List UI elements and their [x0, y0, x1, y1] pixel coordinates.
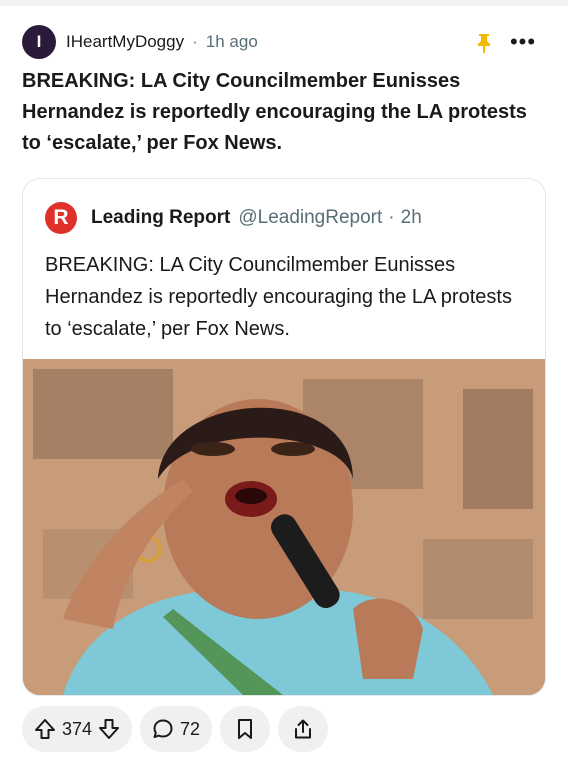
- share-icon: [292, 718, 314, 740]
- embed-text: BREAKING: LA City Councilmember Eunisses…: [45, 254, 512, 340]
- embed-separator: ·: [388, 207, 395, 228]
- leading-report-logo: R: [45, 202, 77, 234]
- upvote-icon[interactable]: [34, 718, 56, 740]
- embed-header: R Leading Report @LeadingReport · 2h: [45, 201, 422, 235]
- post-header: I IHeartMyDoggy · 1h ago •••: [22, 24, 546, 60]
- bookmark-icon: [235, 718, 255, 740]
- downvote-icon[interactable]: [98, 718, 120, 740]
- embed-author-handle[interactable]: @LeadingReport: [238, 207, 382, 229]
- save-button[interactable]: [220, 706, 271, 752]
- author-name[interactable]: IHeartMyDoggy: [66, 32, 184, 52]
- speaker-photo-icon: [23, 359, 545, 695]
- comment-count: 72: [180, 718, 201, 739]
- post-title[interactable]: BREAKING: LA City Councilmember Eunisses…: [22, 66, 542, 159]
- author-avatar[interactable]: I: [22, 25, 56, 59]
- pin-icon: [474, 32, 494, 54]
- share-button[interactable]: [278, 706, 329, 752]
- embedded-post-card[interactable]: R Leading Report @LeadingReport · 2h BRE…: [22, 178, 546, 696]
- comment-icon: [152, 718, 174, 740]
- vote-pill: 374: [22, 706, 133, 752]
- more-options-icon[interactable]: •••: [510, 29, 536, 54]
- embed-photo[interactable]: [23, 359, 545, 695]
- top-divider: [0, 0, 568, 6]
- header-separator: ·: [192, 32, 198, 51]
- vote-count: 374: [62, 718, 93, 739]
- embed-time: 2h: [400, 207, 422, 228]
- embed-author-name[interactable]: Leading Report: [91, 207, 230, 229]
- comments-button[interactable]: 72: [140, 706, 213, 752]
- post-time: 1h ago: [205, 32, 258, 51]
- action-bar: 374 72: [22, 706, 329, 752]
